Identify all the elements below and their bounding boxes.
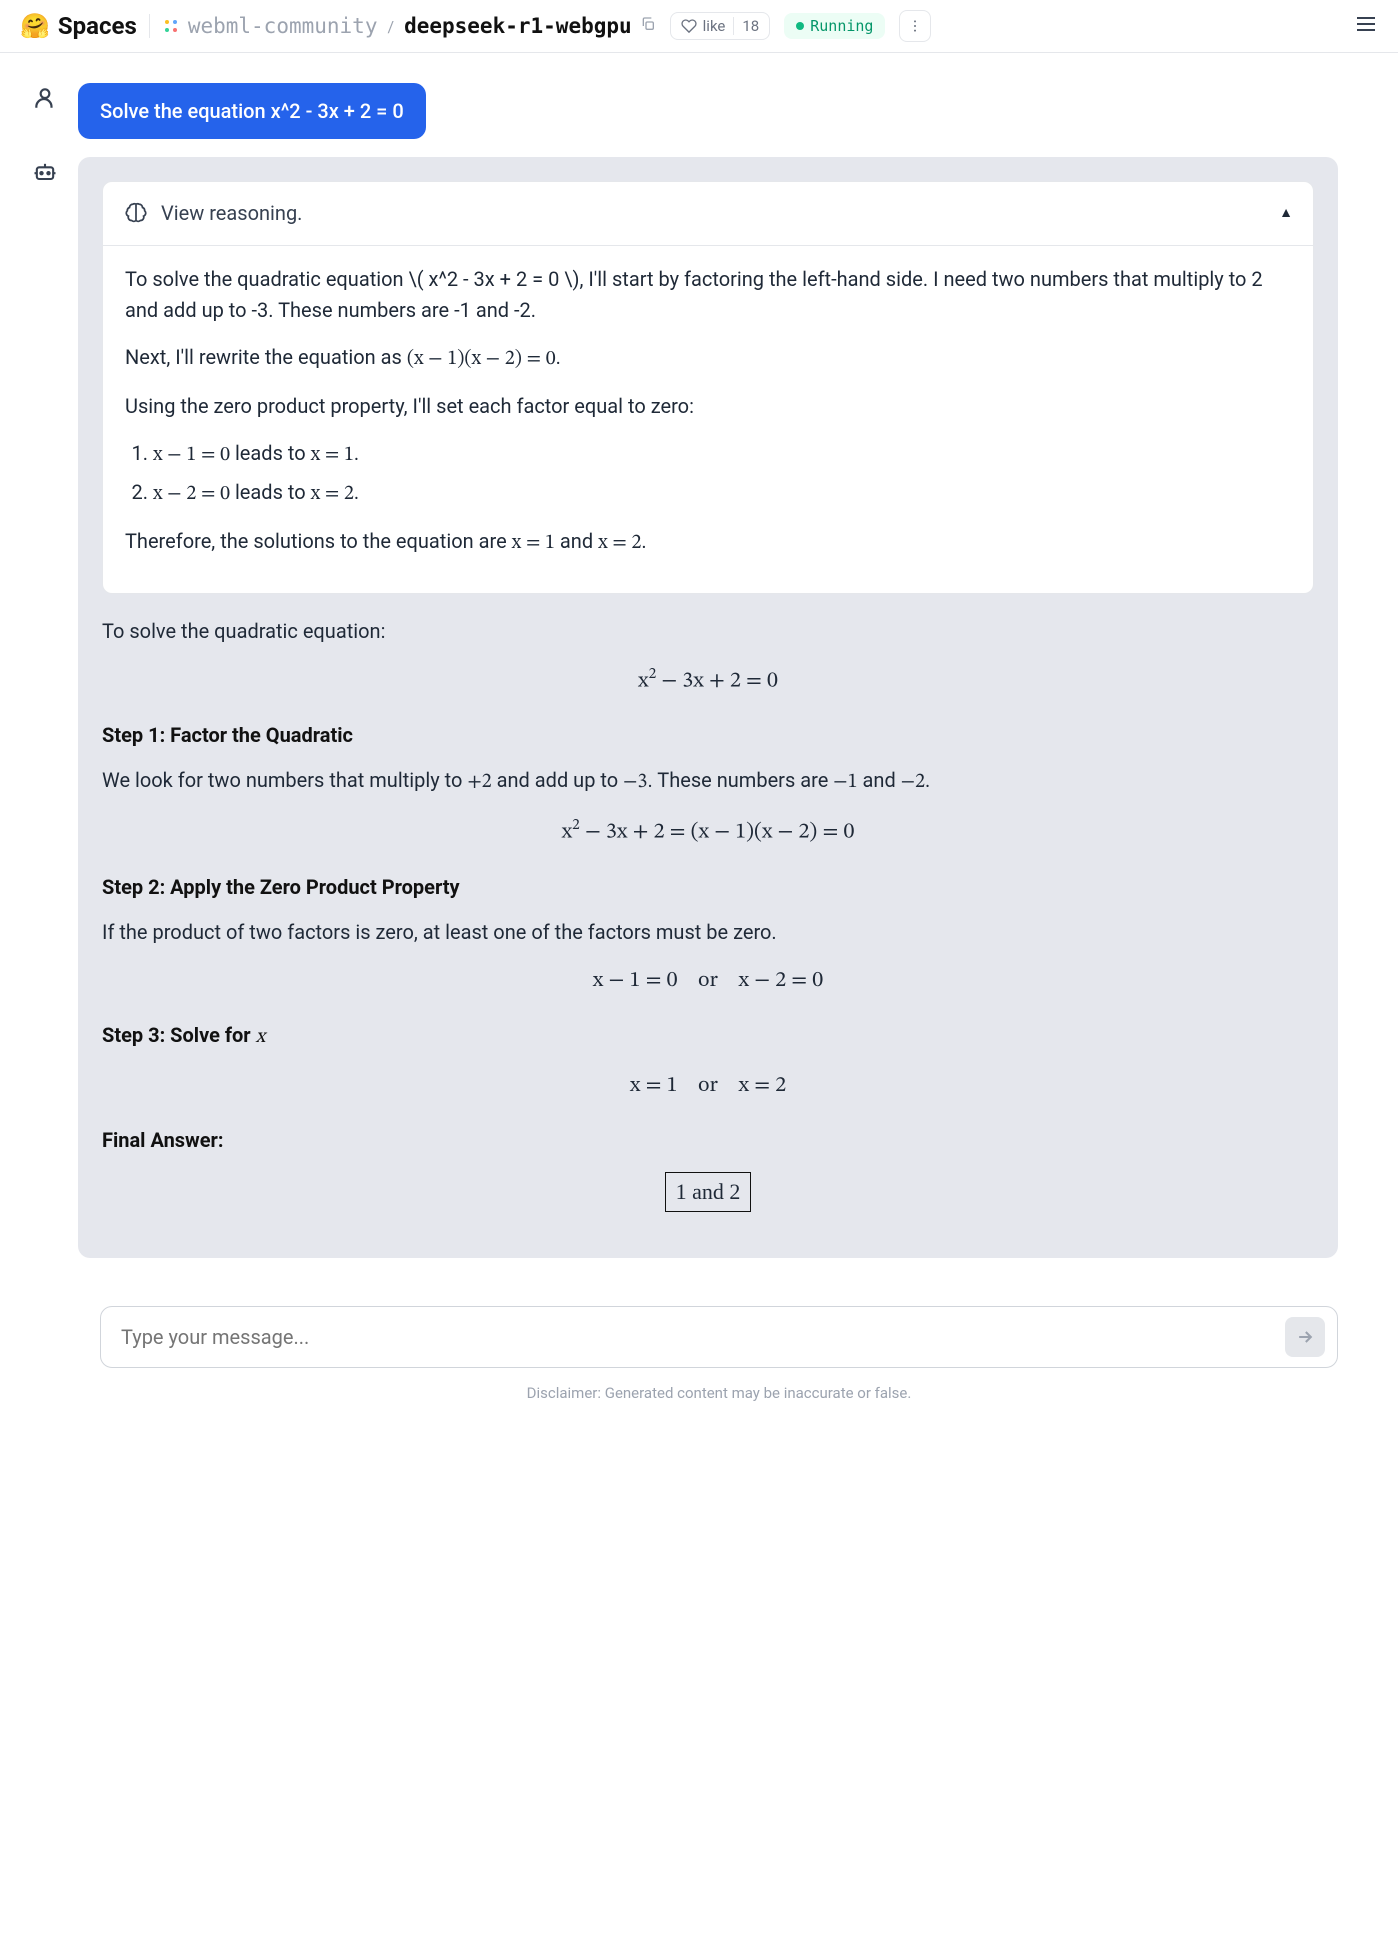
like-button[interactable]: like 18 [670,12,771,40]
breadcrumb-repo[interactable]: deepseek-r1-webgpu [404,14,632,38]
breadcrumb-slash: / [387,17,394,36]
equation-4: x = 1 or x = 2 [102,1069,1314,1103]
chat-main: Solve the equation x^2 - 3x + 2 = 0 View… [0,53,1398,1296]
input-area: Disclaimer: Generated content may be ina… [0,1306,1398,1402]
message-input-box [100,1306,1338,1368]
step2-text: If the product of two factors is zero, a… [102,917,1314,948]
robot-icon [31,158,59,186]
user-row: Solve the equation x^2 - 3x + 2 = 0 [30,83,1338,139]
user-icon [32,85,58,111]
divider [149,14,150,38]
send-button[interactable] [1285,1317,1325,1357]
user-avatar [30,83,60,113]
reasoning-label: View reasoning. [161,198,302,229]
status-text: Running [810,17,873,35]
final-answer: 1 and 2 [102,1172,1314,1212]
final-title: Final Answer: [102,1125,1314,1156]
breadcrumb-org[interactable]: webml-community [188,14,378,38]
reasoning-p1: To solve the quadratic equation \( x^2 -… [125,264,1291,326]
equation-1: x2 − 3x + 2 = 0 [102,663,1314,698]
org-icon [162,17,180,35]
reasoning-body: To solve the quadratic equation \( x^2 -… [103,246,1313,593]
equation-2: x2 − 3x + 2 = (x − 1)(x − 2) = 0 [102,814,1314,849]
assistant-message: View reasoning. ▲ To solve the quadratic… [78,157,1338,1258]
heart-icon [681,18,697,34]
message-input[interactable] [121,1325,1285,1349]
step2-title: Step 2: Apply the Zero Product Property [102,872,1314,903]
dots-vertical-icon [907,18,923,34]
boxed-answer: 1 and 2 [665,1172,752,1212]
list-item: x − 1 = 0 leads to x = 1. [153,438,1291,471]
user-message: Solve the equation x^2 - 3x + 2 = 0 [78,83,426,139]
step1-title: Step 1: Factor the Quadratic [102,720,1314,751]
reasoning-p2: Next, I'll rewrite the equation as (x − … [125,342,1291,375]
step1-text: We look for two numbers that multiply to… [102,765,1314,798]
step3-title: Step 3: Solve for x [102,1020,1314,1053]
brain-icon [123,201,149,227]
hf-logo: 🤗 [20,12,50,40]
reasoning-toggle[interactable]: View reasoning. ▲ [103,182,1313,246]
status-badge: Running [784,13,885,39]
assistant-row: View reasoning. ▲ To solve the quadratic… [30,157,1338,1258]
disclaimer: Disclaimer: Generated content may be ina… [100,1384,1338,1402]
copy-icon[interactable] [640,16,656,36]
more-button[interactable] [899,10,931,42]
reasoning-box: View reasoning. ▲ To solve the quadratic… [102,181,1314,594]
hamburger-icon [1354,12,1378,36]
spaces-label[interactable]: Spaces [58,12,137,40]
reasoning-p3: Using the zero product property, I'll se… [125,391,1291,422]
list-item: x − 2 = 0 leads to x = 2. [153,477,1291,510]
status-dot-icon [796,22,804,30]
assistant-avatar [30,157,60,187]
header: 🤗 Spaces webml-community / deepseek-r1-w… [0,0,1398,53]
like-label: like [703,17,726,35]
menu-button[interactable] [1354,12,1378,40]
answer-intro: To solve the quadratic equation: [102,616,1314,647]
reasoning-list: x − 1 = 0 leads to x = 1. x − 2 = 0 lead… [153,438,1291,510]
like-count: 18 [733,17,759,35]
reasoning-p4: Therefore, the solutions to the equation… [125,526,1291,559]
arrow-right-icon [1295,1327,1315,1347]
caret-up-icon: ▲ [1279,203,1293,225]
equation-3: x − 1 = 0 or x − 2 = 0 [102,964,1314,998]
